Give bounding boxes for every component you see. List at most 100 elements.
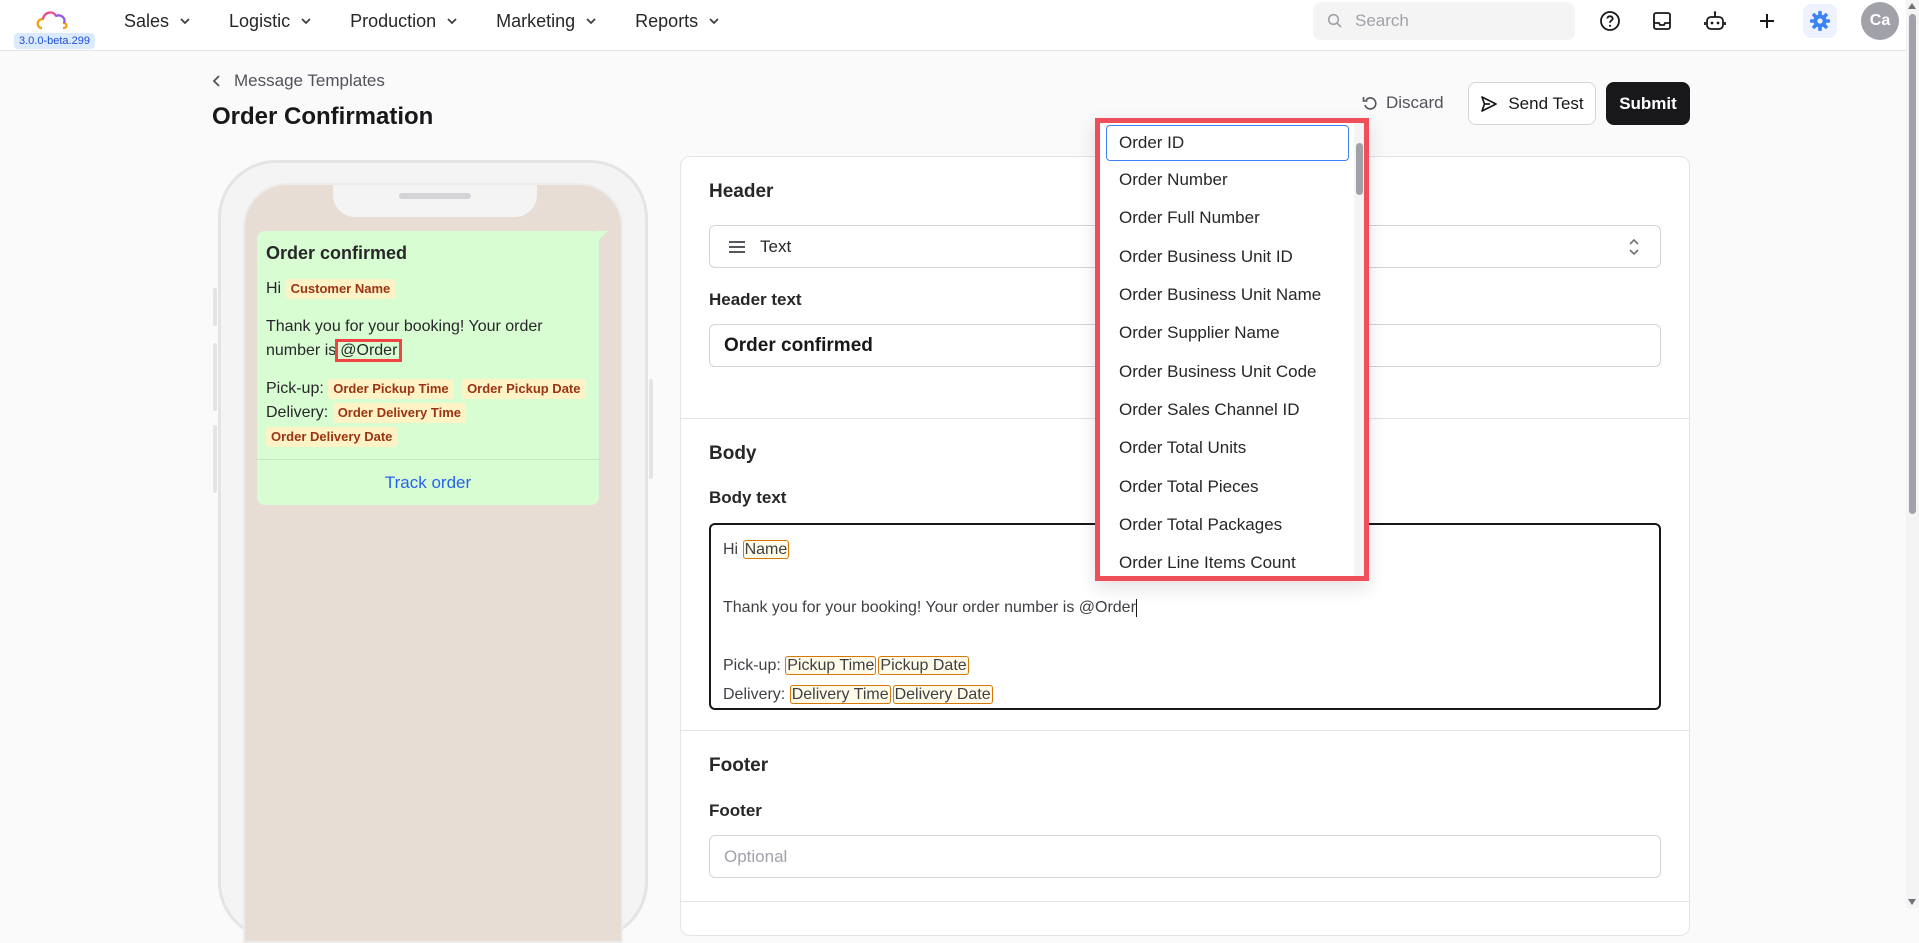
dropdown-option[interactable]: Order Business Unit ID: [1100, 238, 1364, 276]
dropdown-option[interactable]: Order Supplier Name: [1100, 314, 1364, 352]
chevron-down-icon: [709, 18, 719, 25]
app-logo[interactable]: 3.0.0-beta.299: [8, 4, 96, 49]
editor-pickup-line: Pick-up: Pickup Time Pickup Date: [723, 651, 1647, 680]
help-button[interactable]: [1593, 4, 1627, 38]
variable-chip: Order Delivery Date: [266, 427, 398, 447]
inbox-button[interactable]: [1645, 4, 1679, 38]
global-search[interactable]: [1313, 2, 1575, 40]
version-badge: 3.0.0-beta.299: [14, 33, 95, 49]
editor-variable[interactable]: Pickup Date: [878, 656, 969, 675]
text-caret: [1135, 598, 1137, 617]
chat-screen: Order confirmed Hi Customer Name Thank y…: [243, 183, 623, 943]
editor-body-line: Thank you for your booking! Your order n…: [723, 593, 1647, 622]
search-input[interactable]: [1353, 10, 1553, 32]
section-divider: [681, 901, 1689, 902]
variable-chip: Order Pickup Time: [328, 379, 454, 399]
user-avatar[interactable]: Ca: [1861, 2, 1899, 40]
bubble-tail: [596, 231, 608, 243]
dropdown-option[interactable]: Order Business Unit Code: [1100, 352, 1364, 390]
dropdown-option[interactable]: Order Number: [1100, 161, 1364, 199]
preview-body-line: Thank you for your booking! Your order n…: [266, 315, 590, 363]
editor-variable[interactable]: Pickup Time: [785, 656, 877, 675]
help-circle-icon: [1600, 11, 1620, 31]
phone-notch: [333, 185, 537, 217]
dropdown-option[interactable]: Order Total Units: [1100, 429, 1364, 467]
dropdown-option[interactable]: Order Full Number: [1100, 199, 1364, 237]
page-scrollbar[interactable]: [1906, 0, 1919, 908]
main-menu: Sales Logistic Production Marketing Repo…: [124, 0, 758, 42]
breadcrumb-back-link[interactable]: Message Templates: [212, 71, 385, 91]
preview-pickup-label: Pick-up:: [266, 380, 324, 397]
section-divider: [681, 730, 1689, 731]
send-test-label: Send Test: [1508, 93, 1584, 113]
text-lines-icon: [729, 240, 745, 253]
message-bubble: Order confirmed Hi Customer Name Thank y…: [257, 231, 608, 505]
dropdown-option[interactable]: Order ID: [1106, 125, 1349, 161]
dropdown-option[interactable]: Order Business Unit Name: [1100, 276, 1364, 314]
menu-reports-label: Reports: [635, 10, 699, 31]
scroll-down-arrow-icon[interactable]: [1908, 899, 1916, 905]
highlighted-mention: @Order: [335, 339, 403, 362]
cloud-logo-icon: [36, 11, 68, 30]
header-type-value: Text: [760, 236, 792, 256]
dropdown-scrollbar-thumb[interactable]: [1356, 143, 1363, 195]
chevron-down-icon: [586, 18, 596, 25]
breadcrumb-label: Message Templates: [234, 71, 385, 90]
discard-button[interactable]: Discard: [1362, 85, 1444, 121]
footer-label: Footer: [709, 801, 762, 820]
preview-delivery-label: Delivery:: [266, 404, 329, 421]
preview-schedule: Pick-up: Order Pickup Time Order Pickup …: [266, 377, 590, 449]
page-scrollbar-thumb[interactable]: [1909, 14, 1916, 514]
chevron-down-icon: [301, 18, 311, 25]
chevron-down-icon: [447, 18, 457, 25]
menu-production[interactable]: Production: [350, 0, 458, 42]
footer-input[interactable]: Optional: [709, 835, 1661, 878]
menu-reports[interactable]: Reports: [635, 0, 720, 42]
phone-side-button: [213, 425, 217, 493]
variable-chip: Customer Name: [285, 279, 396, 299]
dropdown-option[interactable]: Order Total Packages: [1100, 506, 1364, 544]
preview-delivery-line: Delivery: Order Delivery Time Order Deli…: [266, 401, 590, 449]
create-button[interactable]: [1750, 4, 1784, 38]
header-text-label: Header text: [709, 290, 802, 309]
preview-title: Order confirmed: [266, 243, 408, 263]
preview-body-text: Thank you for your booking! Your order n…: [266, 318, 543, 359]
dropdown-option[interactable]: Order Sales Channel ID: [1100, 391, 1364, 429]
editor-body-text: Thank you for your booking! Your order n…: [723, 599, 1136, 616]
preview-pickup-line: Pick-up: Order Pickup Time Order Pickup …: [266, 377, 590, 401]
track-order-button[interactable]: Track order: [257, 459, 599, 505]
variable-chip: Order Pickup Date: [462, 379, 586, 399]
dropdown-option[interactable]: Order Line Items Count: [1100, 544, 1364, 576]
send-icon: [1481, 95, 1498, 112]
menu-logistic[interactable]: Logistic: [229, 0, 312, 42]
dropdown-option[interactable]: Order Total Pieces: [1100, 467, 1364, 505]
dropdown-scrollbar[interactable]: [1354, 123, 1364, 576]
variable-chip: Order Delivery Time: [332, 403, 467, 423]
submit-button[interactable]: Submit: [1606, 82, 1690, 125]
assistant-button[interactable]: [1698, 4, 1732, 38]
scroll-up-arrow-icon[interactable]: [1908, 3, 1916, 9]
submit-label: Submit: [1619, 93, 1677, 113]
menu-sales-label: Sales: [124, 10, 170, 31]
settings-button[interactable]: [1803, 4, 1837, 38]
preview-greeting: Hi: [266, 280, 282, 297]
top-navigation-bar: 3.0.0-beta.299 Sales Logistic Production…: [0, 0, 1906, 51]
editor-variable[interactable]: Delivery Date: [892, 685, 993, 704]
editor-delivery-line: Delivery: Delivery Time Delivery Date: [723, 680, 1647, 709]
editor-greeting: Hi: [723, 541, 739, 558]
menu-marketing[interactable]: Marketing: [496, 0, 597, 42]
header-section-title: Header: [709, 181, 774, 202]
menu-production-label: Production: [350, 10, 437, 31]
discard-label: Discard: [1386, 93, 1444, 112]
editor-pickup-label: Pick-up:: [723, 657, 781, 674]
preview-greeting-line: Hi Customer Name: [266, 277, 590, 301]
editor-variable[interactable]: Delivery Time: [789, 685, 891, 704]
editor-variable[interactable]: Name: [742, 540, 790, 559]
send-test-button[interactable]: Send Test: [1468, 82, 1596, 125]
phone-speaker: [399, 193, 471, 199]
phone-power-button: [649, 379, 653, 479]
chevron-down-icon: [180, 18, 190, 25]
robot-icon: [1704, 11, 1726, 30]
menu-sales[interactable]: Sales: [124, 0, 191, 42]
body-text-label: Body text: [709, 488, 787, 507]
